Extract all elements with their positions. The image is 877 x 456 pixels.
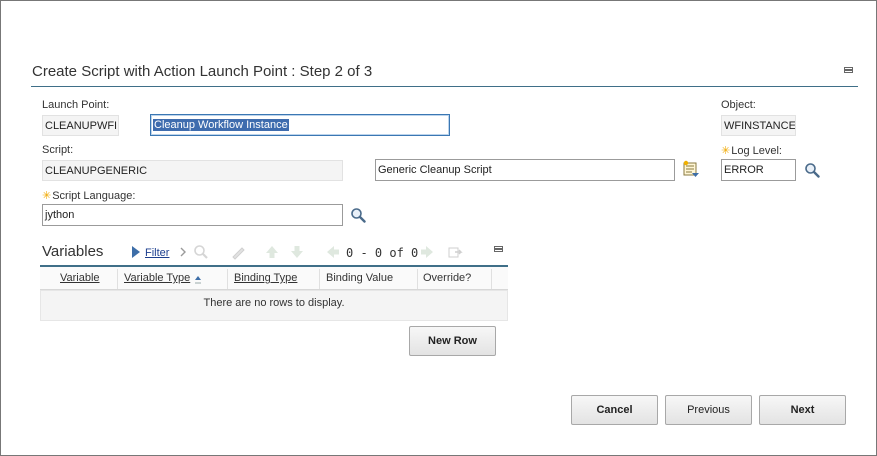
sort-ascending-icon[interactable] [194, 275, 202, 285]
log-level-input[interactable]: ERROR [721, 159, 796, 181]
cancel-button[interactable]: Cancel [571, 395, 658, 425]
pager-text: 0 - 0 of 0 [346, 246, 419, 260]
minimize-icon[interactable] [844, 67, 853, 73]
variables-section-title: Variables [42, 243, 104, 260]
clear-filter-icon [230, 244, 246, 260]
selected-text: Cleanup Workflow Instance [153, 119, 289, 131]
column-variable-type[interactable]: Variable Type [124, 272, 190, 284]
column-binding-value: Binding Value [326, 272, 394, 284]
log-level-lookup-icon[interactable] [804, 162, 820, 178]
launch-point-label: Launch Point: [42, 99, 110, 111]
arrow-up-icon [264, 244, 280, 260]
title-divider [31, 86, 858, 87]
previous-page-icon [325, 244, 341, 260]
dialog-title: Create Script with Action Launch Point :… [32, 63, 373, 80]
table-header: Variable Variable Type Binding Type Bind… [40, 267, 508, 290]
detail-menu-icon[interactable] [682, 160, 700, 178]
log-level-label: ✳Log Level: [721, 144, 782, 157]
object-label: Object: [721, 99, 756, 111]
log-level-label-text: Log Level: [731, 145, 782, 157]
script-language-lookup-icon[interactable] [350, 207, 366, 223]
script-field: CLEANUPGENERIC [42, 160, 343, 181]
launch-point-description-input[interactable]: Cleanup Workflow Instance [150, 114, 450, 136]
column-separator [491, 269, 492, 289]
object-field: WFINSTANCE [721, 115, 796, 136]
column-separator [319, 269, 320, 289]
launch-point-field: CLEANUPWFIN [42, 115, 119, 136]
expand-chevron-icon[interactable] [179, 246, 187, 258]
table-body: There are no rows to display. [40, 290, 508, 321]
new-row-button[interactable]: New Row [409, 326, 496, 356]
table-minimize-icon[interactable] [494, 246, 503, 252]
script-description-input[interactable]: Generic Cleanup Script [375, 159, 675, 181]
arrow-down-icon [289, 244, 305, 260]
script-language-label: ✳Script Language: [42, 189, 135, 202]
filter-triangle-icon[interactable] [131, 245, 141, 259]
empty-table-message: There are no rows to display. [203, 297, 345, 309]
download-icon [447, 244, 463, 260]
column-separator [417, 269, 418, 289]
filter-link[interactable]: Filter [145, 247, 169, 259]
column-binding-type[interactable]: Binding Type [234, 272, 297, 284]
next-button[interactable]: Next [759, 395, 846, 425]
required-star-icon: ✳ [721, 145, 731, 157]
column-separator [227, 269, 228, 289]
previous-button[interactable]: Previous [665, 395, 752, 425]
script-label: Script: [42, 144, 74, 156]
column-variable[interactable]: Variable [60, 272, 100, 284]
required-star-icon: ✳ [42, 190, 52, 202]
column-separator [117, 269, 118, 289]
search-icon [193, 244, 209, 260]
variables-table: Variable Variable Type Binding Type Bind… [40, 265, 508, 321]
column-override: Override? [423, 272, 472, 284]
dialog-window: Create Script with Action Launch Point :… [0, 0, 877, 456]
script-language-input[interactable]: jython [42, 204, 343, 226]
next-page-icon [419, 244, 435, 260]
script-language-label-text: Script Language: [52, 190, 136, 202]
